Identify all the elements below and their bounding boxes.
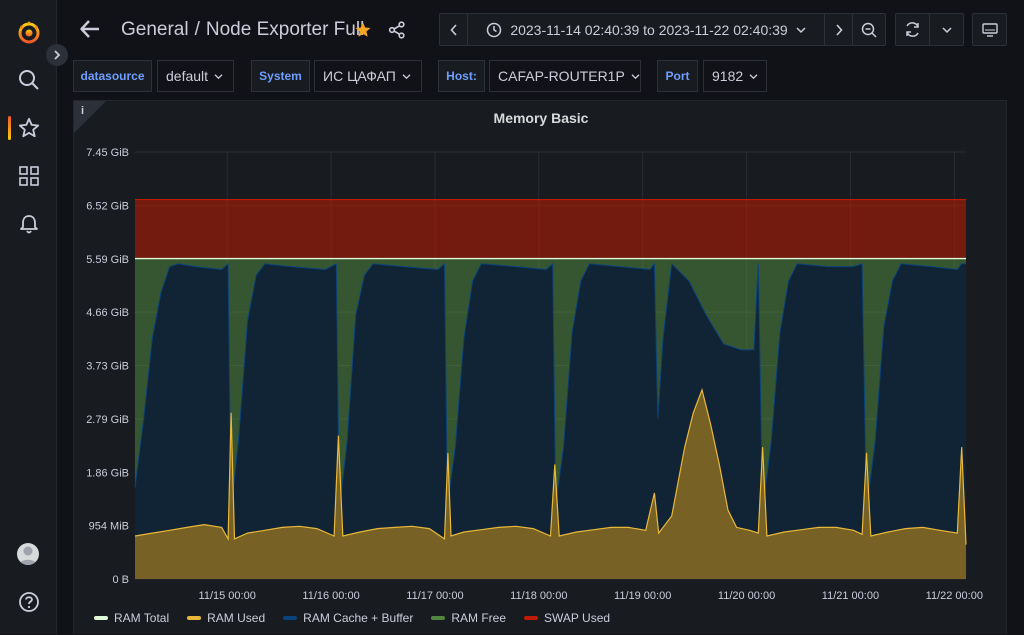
chevron-down-icon [749,73,758,79]
legend-label: RAM Free [451,611,507,625]
side-menu [0,0,57,634]
dashboard-navbar: General / Node Exporter Full 2023-11-14 … [57,0,1024,60]
chevron-down-icon [402,73,411,79]
refresh-group [895,13,964,46]
x-tick-label: 11/20 00:00 [718,590,775,602]
panel-title[interactable]: Memory Basic [74,110,1008,126]
x-tick-label: 11/19 00:00 [614,590,671,602]
y-tick-label: 6.52 GiB [86,200,129,212]
zoom-out-icon [861,22,877,38]
var-label-system: System [251,60,310,92]
y-tick-label: 3.73 GiB [86,361,129,373]
dashboards-icon[interactable] [0,156,57,196]
legend-swatch [431,616,446,620]
time-range-picker[interactable]: 2023-11-14 02:40:39 to 2023-11-22 02:40:… [468,14,825,45]
legend-item[interactable]: RAM Total [94,611,169,625]
tv-mode-button[interactable] [973,14,1006,45]
monitor-icon [981,22,998,37]
zoom-out-button[interactable] [853,14,885,45]
tv-mode-group [972,13,1007,46]
breadcrumb-separator: / [194,19,200,40]
legend-label: RAM Total [114,611,170,625]
starred-icon[interactable] [0,108,57,148]
time-range-label: 2023-11-14 02:40:39 to 2023-11-22 02:40:… [510,21,788,38]
legend-item[interactable]: SWAP Used [524,611,610,625]
legend-swatch [524,616,539,620]
var-select-datasource[interactable]: default [157,60,234,92]
y-tick-label: 1.86 GiB [86,467,129,479]
memory-chart[interactable]: 0 B 954 MiB 1.86 GiB 2.79 GiB 3.73 GiB 4.66 G… [74,101,1008,635]
var-label-datasource: datasource [73,60,152,92]
y-tick-label: 0 B [112,574,129,586]
legend-item[interactable]: RAM Cache + Buffer [283,611,413,625]
time-shift-back-button[interactable] [440,14,468,45]
breadcrumb-folder[interactable]: General [121,19,189,41]
clock-icon [487,22,502,37]
x-tick-label: 11/22 00:00 [926,590,983,602]
dashboard-title[interactable]: Node Exporter Full [206,19,364,41]
var-select-port[interactable]: 9182 [703,60,767,92]
legend-label: RAM Cache + Buffer [303,611,414,625]
var-select-host[interactable]: CAFAP-ROUTER1P [489,60,641,92]
memory-basic-panel: 0 B 954 MiB 1.86 GiB 2.79 GiB 3.73 GiB 4.66 G… [73,100,1007,634]
swap-used-area [135,199,966,259]
time-shift-forward-button[interactable] [825,14,853,45]
var-select-system[interactable]: ИС ЦАФАП [314,60,422,92]
chart-legend: RAM Total RAM Used RAM Cache + Buffer RAM F… [94,611,610,625]
help-icon[interactable] [0,582,57,622]
chevron-down-icon [941,26,952,33]
legend-item[interactable]: RAM Free [431,611,506,625]
profile-avatar[interactable] [17,543,39,565]
y-tick-label: 7.45 GiB [86,147,129,159]
back-arrow-icon[interactable] [79,18,101,45]
y-tick-label: 5.59 GiB [86,254,129,266]
chevron-down-icon [214,73,223,79]
search-icon[interactable] [0,60,57,100]
y-tick-label: 4.66 GiB [86,307,129,319]
alerting-icon[interactable] [0,204,57,244]
expand-menu-button[interactable] [46,44,68,66]
chevron-down-icon [631,73,640,79]
x-tick-label: 11/21 00:00 [822,590,879,602]
refresh-button[interactable] [896,14,930,45]
favorite-star-icon[interactable] [354,21,372,44]
var-label-host: Host: [438,60,485,92]
y-tick-label: 2.79 GiB [86,414,129,426]
var-label-port: Port [657,60,698,92]
x-tick-label: 11/17 00:00 [406,590,463,602]
y-tick-label: 954 MiB [89,521,129,533]
breadcrumb: General / Node Exporter Full [121,19,364,41]
legend-swatch [94,616,108,620]
time-picker-group: 2023-11-14 02:40:39 to 2023-11-22 02:40:… [439,13,886,46]
share-icon[interactable] [388,21,406,44]
x-tick-label: 11/16 00:00 [302,590,359,602]
legend-label: RAM Used [207,611,266,625]
legend-label: SWAP Used [544,611,611,625]
legend-swatch [283,616,298,620]
chevron-down-icon [796,26,806,33]
grafana-logo-icon[interactable] [0,12,57,52]
x-tick-label: 11/18 00:00 [510,590,567,602]
x-tick-label: 11/15 00:00 [199,590,256,602]
legend-item[interactable]: RAM Used [187,611,265,625]
refresh-interval-dropdown[interactable] [930,14,963,45]
refresh-icon [906,22,919,37]
legend-swatch [187,616,202,620]
